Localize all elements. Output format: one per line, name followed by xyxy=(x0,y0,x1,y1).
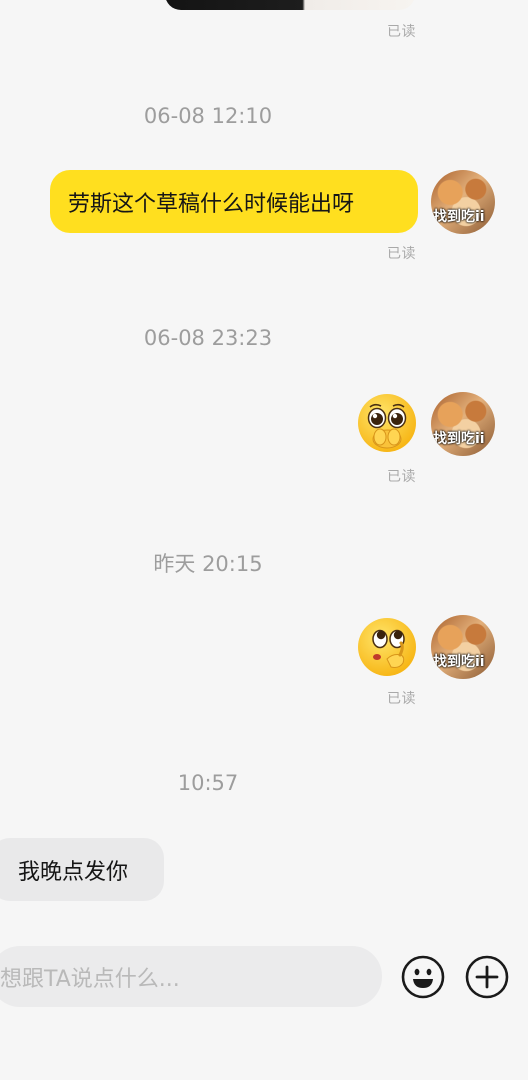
message-text: 劳斯这个草稿什么时候能出呀 xyxy=(68,191,355,217)
smile-icon[interactable] xyxy=(401,955,445,999)
my-avatar[interactable]: 找到吃ii xyxy=(431,615,495,679)
message-timestamp: 10:57 xyxy=(177,771,239,795)
my-avatar[interactable]: 找到吃ii xyxy=(431,170,495,234)
avatar-caption: 找到吃ii xyxy=(433,209,485,225)
incoming-message-bubble[interactable]: 我晚点发你 xyxy=(0,838,164,901)
read-status: 已读 xyxy=(387,24,416,40)
plus-icon[interactable] xyxy=(465,955,509,999)
outgoing-message-bubble[interactable]: 劳斯这个草稿什么时候能出呀 xyxy=(50,170,418,233)
thinking-face-emoji[interactable] xyxy=(357,617,417,677)
my-avatar[interactable]: 找到吃ii xyxy=(431,392,495,456)
message-text: 我晚点发你 xyxy=(18,859,129,885)
message-input-placeholder: 想跟TA说点什么... xyxy=(0,966,180,992)
pleading-face-emoji[interactable] xyxy=(357,393,417,453)
read-status: 已读 xyxy=(387,246,416,262)
previous-media-message[interactable] xyxy=(165,0,415,10)
read-status: 已读 xyxy=(387,469,416,485)
message-timestamp: 06-08 12:10 xyxy=(143,104,273,128)
read-status: 已读 xyxy=(387,691,416,707)
message-timestamp: 昨天 20:15 xyxy=(153,552,263,576)
message-input[interactable]: 想跟TA说点什么... xyxy=(0,946,382,1007)
avatar-caption: 找到吃ii xyxy=(433,431,485,447)
message-timestamp: 06-08 23:23 xyxy=(143,326,273,350)
avatar-caption: 找到吃ii xyxy=(433,654,485,670)
